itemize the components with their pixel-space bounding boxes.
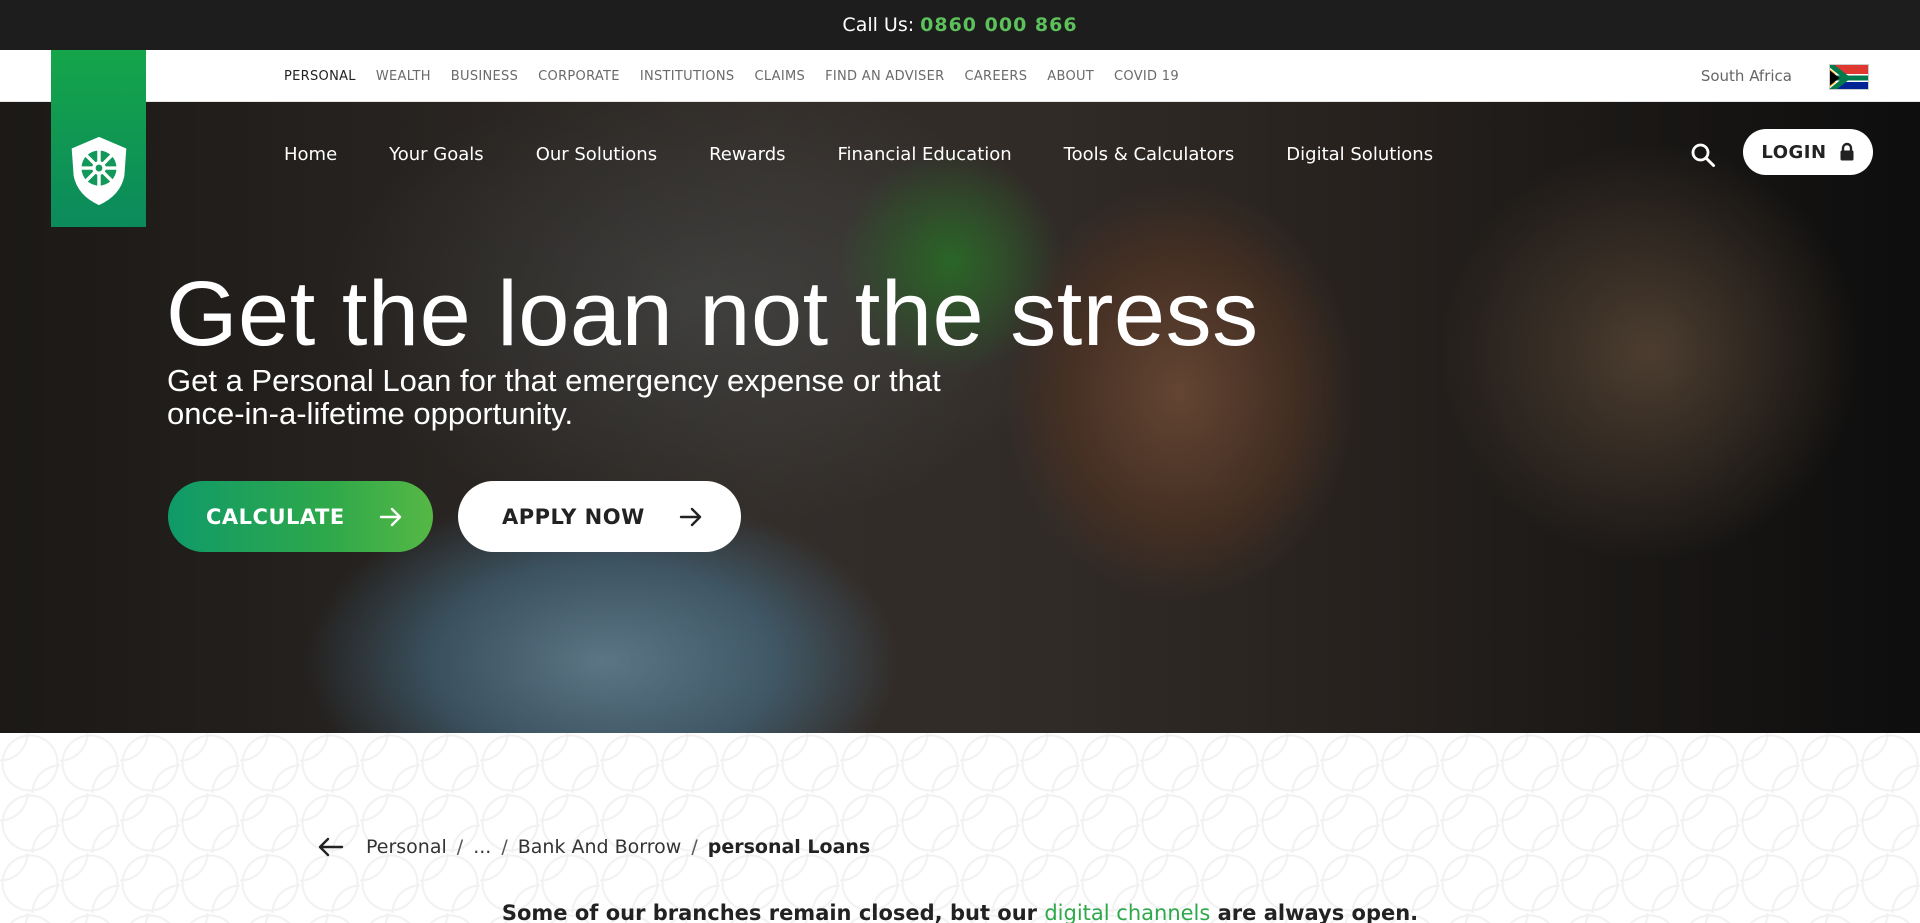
apply-now-label: APPLY NOW [502, 504, 645, 529]
content-section: Personal / ... / Bank And Borrow / perso… [0, 733, 1920, 923]
call-label: Call Us: [842, 14, 915, 36]
shield-crest-icon [71, 136, 126, 206]
calculate-label: CALCULATE [206, 504, 345, 529]
arrow-right-icon [679, 507, 701, 526]
call-number[interactable]: 0860 000 866 [920, 14, 1077, 36]
segment-link-claims[interactable]: CLAIMS [754, 69, 805, 84]
breadcrumb-separator: / [456, 836, 464, 858]
segment-link-find-an-adviser[interactable]: FIND AN ADVISER [825, 69, 944, 84]
segment-link-about[interactable]: ABOUT [1047, 69, 1094, 84]
nav-item-digital-solutions[interactable]: Digital Solutions [1286, 144, 1433, 165]
arrow-left-icon[interactable] [316, 836, 344, 858]
arrow-right-icon [379, 507, 401, 526]
search-icon[interactable] [1690, 142, 1716, 168]
nav-item-your-goals[interactable]: Your Goals [389, 144, 484, 165]
segment-links: PERSONAL WEALTH BUSINESS CORPORATE INSTI… [284, 50, 1179, 102]
branch-notice: Some of our branches remain closed, but … [0, 901, 1920, 923]
lock-icon [1840, 142, 1854, 161]
calculate-button[interactable]: CALCULATE [168, 481, 433, 552]
south-africa-flag-icon[interactable] [1829, 64, 1869, 90]
segment-link-institutions[interactable]: INSTITUTIONS [640, 69, 735, 84]
hero-title: Get the loan not the stress [166, 263, 1259, 365]
notice-text-before: Some of our branches remain closed, but … [501, 901, 1038, 923]
breadcrumb-separator: / [691, 836, 698, 858]
login-button[interactable]: LOGIN [1743, 129, 1873, 175]
segment-link-personal[interactable]: PERSONAL [284, 69, 356, 84]
breadcrumb-ellipsis[interactable]: ... [473, 836, 491, 858]
digital-channels-link[interactable]: digital channels [1044, 901, 1210, 923]
login-label: LOGIN [1761, 141, 1827, 163]
secondary-nav: PERSONAL WEALTH BUSINESS CORPORATE INSTI… [0, 50, 1920, 102]
notice-text-after: are always open. [1217, 901, 1419, 923]
breadcrumb: Personal / ... / Bank And Borrow / perso… [316, 836, 870, 858]
hero-subtitle: Get a Personal Loan for that emergency e… [167, 363, 941, 431]
breadcrumb-current: personal Loans [707, 836, 871, 858]
nav-item-tools-calculators[interactable]: Tools & Calculators [1064, 144, 1235, 165]
region-selector[interactable]: South Africa [1701, 67, 1792, 85]
segment-link-wealth[interactable]: WEALTH [376, 69, 431, 84]
breadcrumb-bank-and-borrow[interactable]: Bank And Borrow [518, 836, 682, 858]
segment-link-corporate[interactable]: CORPORATE [538, 69, 620, 84]
nav-item-rewards[interactable]: Rewards [709, 144, 785, 165]
nav-item-home[interactable]: Home [284, 144, 337, 165]
hero-banner: Home Your Goals Our Solutions Rewards Fi… [0, 102, 1920, 733]
call-bar: Call Us: 0860 000 866 [0, 0, 1920, 50]
segment-link-covid-19[interactable]: COVID 19 [1114, 69, 1179, 84]
breadcrumb-personal[interactable]: Personal [366, 836, 447, 858]
apply-now-button[interactable]: APPLY NOW [458, 481, 741, 552]
nav-item-our-solutions[interactable]: Our Solutions [536, 144, 657, 165]
nav-item-financial-education[interactable]: Financial Education [838, 144, 1012, 165]
main-nav: Home Your Goals Our Solutions Rewards Fi… [284, 144, 1433, 165]
segment-link-business[interactable]: BUSINESS [451, 69, 518, 84]
brand-logo[interactable] [51, 50, 146, 227]
breadcrumb-separator: / [501, 836, 508, 858]
segment-link-careers[interactable]: CAREERS [964, 69, 1027, 84]
